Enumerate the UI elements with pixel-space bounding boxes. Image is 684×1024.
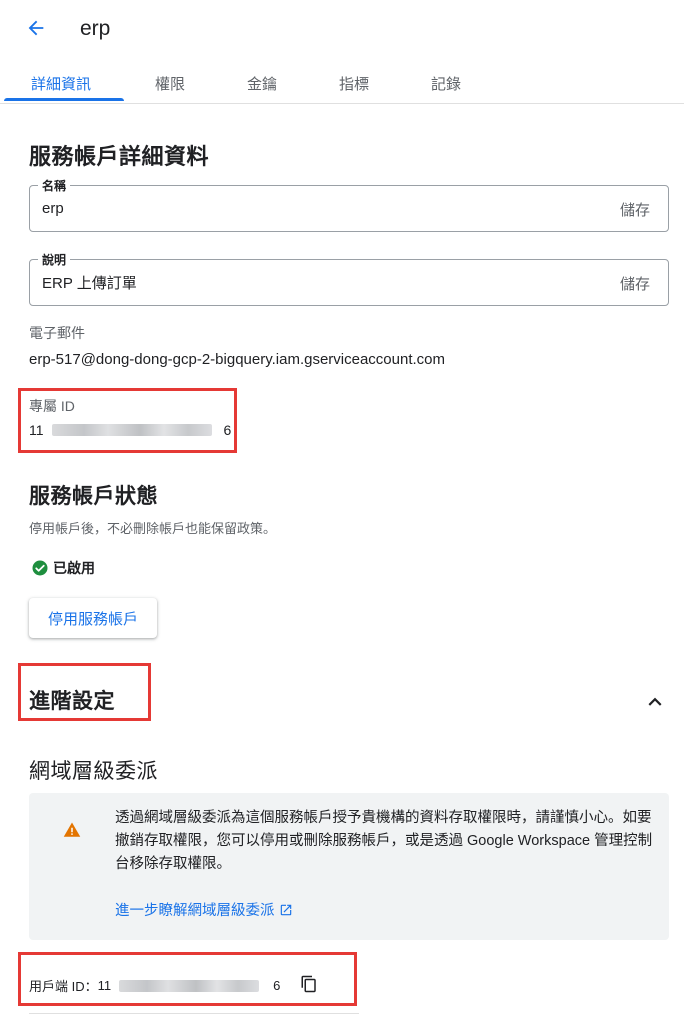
warning-callout: 透過網域層級委派為這個服務帳戶授予貴機構的資料存取權限時，請謹慎小心。如要撤銷存…	[29, 793, 669, 940]
copy-icon	[301, 975, 316, 993]
disable-service-account-button[interactable]: 停用服務帳戶	[29, 598, 157, 638]
tab-metrics[interactable]: 指標	[339, 73, 369, 94]
description-field-label: 說明	[38, 251, 71, 268]
top-app-bar: erp	[0, 0, 684, 58]
check-circle-icon	[32, 560, 48, 576]
warning-icon	[63, 822, 81, 837]
active-tab-indicator	[4, 98, 124, 101]
warning-text: 透過網域層級委派為這個服務帳戶授予貴機構的資料存取權限時，請謹慎小心。如要撤銷存…	[115, 810, 653, 872]
unique-id-suffix: 6	[223, 422, 232, 438]
name-input[interactable]	[42, 200, 562, 217]
details-heading: 服務帳戶詳細資料	[29, 144, 210, 169]
back-button[interactable]	[22, 14, 50, 42]
redacted-blur	[119, 979, 260, 992]
client-id-suffix: 6	[273, 978, 281, 993]
status-label: 已啟用	[53, 560, 95, 576]
redacted-blur	[51, 424, 212, 436]
tab-keys[interactable]: 金鑰	[247, 73, 277, 94]
client-id-label: 用戶端 ID：	[29, 979, 98, 994]
learn-more-link[interactable]: 進一步瞭解網域層級委派	[115, 899, 293, 920]
name-field: 名稱 儲存	[29, 177, 669, 232]
description-input[interactable]	[42, 274, 562, 291]
client-id-prefix: 11	[97, 978, 112, 993]
tab-permissions[interactable]: 權限	[155, 73, 185, 94]
learn-more-label: 進一步瞭解網域層級委派	[115, 903, 275, 919]
arrow-back-icon	[28, 20, 44, 36]
email-label: 電子郵件	[29, 325, 85, 341]
unique-id-value: 11 6	[29, 422, 231, 438]
status-description: 停用帳戶後，不必刪除帳戶也能保留政策。	[29, 521, 277, 536]
description-field: 說明 儲存	[29, 251, 669, 306]
name-field-label: 名稱	[38, 177, 71, 194]
tab-details[interactable]: 詳細資訊	[31, 73, 91, 94]
status-heading: 服務帳戶狀態	[29, 485, 158, 508]
client-id-row: 用戶端 ID： 11 6	[29, 976, 280, 995]
page-title: erp	[80, 17, 111, 40]
open-in-new-icon	[280, 904, 291, 915]
tab-logs[interactable]: 記錄	[431, 73, 461, 94]
email-value: erp-517@dong-dong-gcp-2-bigquery.iam.gse…	[29, 351, 446, 368]
domain-delegation-heading: 網域層級委派	[29, 760, 158, 783]
name-save-button[interactable]: 儲存	[620, 199, 650, 220]
chevron-up-icon	[648, 697, 662, 706]
collapse-button[interactable]	[642, 689, 668, 715]
unique-id-prefix: 11	[29, 422, 44, 438]
status-indicator: 已啟用	[31, 558, 95, 578]
description-save-button[interactable]: 儲存	[620, 273, 650, 294]
divider	[29, 1013, 359, 1014]
advanced-heading: 進階設定	[29, 690, 115, 713]
unique-id-label: 專屬 ID	[29, 398, 75, 414]
copy-button[interactable]	[300, 975, 318, 993]
